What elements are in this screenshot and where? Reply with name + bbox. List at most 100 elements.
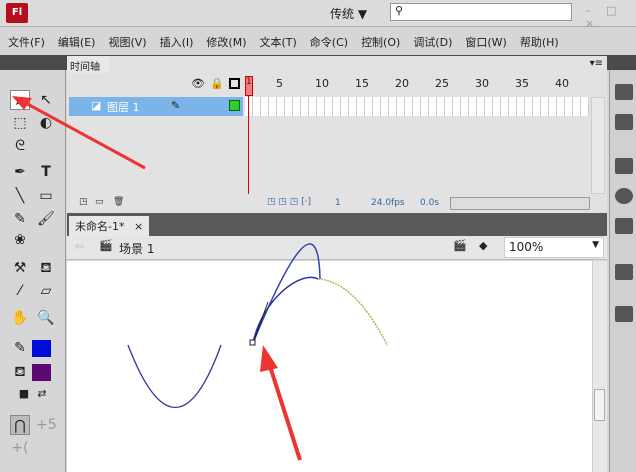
layer-color-icon[interactable] [229,100,240,111]
rectangle-tool-icon[interactable]: ▭ [36,186,56,206]
free-transform-tool-icon[interactable]: ⬚ [10,113,30,133]
frame-number: 35 [515,77,529,90]
close-icon[interactable]: × [134,220,143,233]
menu-control[interactable]: 控制(O) [361,34,400,50]
snap-magnet-icon[interactable]: ⋂ [10,415,30,435]
document-tab[interactable]: 未命名-1* × [69,216,150,236]
eraser-tool-icon[interactable]: ▱ [36,281,56,301]
brush-tool-icon[interactable]: 🖌 [36,209,56,229]
panel-menu-icon[interactable]: ▾≡ [590,58,603,69]
subselection-tool-icon[interactable]: ↖ [36,90,56,110]
eye-icon[interactable]: 👁 [191,77,205,90]
document-tab-label: 未命名-1* [75,220,125,233]
layer-icon: ◪ [91,99,102,112]
selection-tool-icon[interactable]: ➤ [10,90,30,110]
frame-number: 10 [315,77,329,90]
lasso-tool-icon[interactable]: ᘓ [10,136,30,156]
back-arrow-icon[interactable]: ⇦ [75,240,84,253]
components-icon[interactable] [615,306,633,322]
3d-rotation-tool-icon[interactable]: ◐ [36,113,56,133]
library-icon[interactable] [615,264,633,280]
frame-number: 25 [435,77,449,90]
outline-icon[interactable] [229,78,240,89]
menu-text[interactable]: 文本(T) [259,34,296,50]
frame-number: 15 [355,77,369,90]
color-palette-icon[interactable] [615,84,633,100]
smooth-icon[interactable]: +5 [36,415,57,435]
stroke-color-icon: ✎ [14,340,26,356]
swatches-icon[interactable] [615,114,633,130]
edit-scene-icon[interactable]: 🎬 [453,239,467,252]
menu-help[interactable]: 帮助(H) [520,34,559,50]
frame-number: 20 [395,77,409,90]
timeline-panel: 时间轴 ▾≡ 👁 🔒 5 10 15 20 25 30 35 40 1 ◪ 图层… [67,56,607,213]
pen-tool-icon[interactable]: ✒ [10,162,30,182]
workspace-switcher[interactable]: 传统 ▼ [330,5,367,22]
pencil-icon: ✎ [171,99,181,112]
layer-name[interactable]: 图层 1 [107,99,140,115]
zoom-value: 100% [509,240,544,254]
frame-number: 30 [475,77,489,90]
line-tool-icon[interactable]: ╲ [10,186,30,206]
chevron-down-icon: ▼ [592,240,599,250]
menu-file[interactable]: 文件(F) [8,34,45,50]
frame-grid[interactable] [245,97,589,116]
timeline-footer: ◳ ▭ 🗑 ◳ ◳ ◳ [·] 1 24.0fps 0.0s [67,194,607,213]
scene-label[interactable]: 场景 1 [119,240,154,257]
edit-bar: ⇦ 🎬 场景 1 🎬 ◆ 100% ▼ [67,236,607,260]
playhead-line [248,96,249,194]
fill-color-swatch[interactable] [32,364,51,381]
eyedropper-tool-icon[interactable]: ⁄ [10,281,30,301]
menu-bar: 文件(F) 编辑(E) 视图(V) 插入(I) 修改(M) 文本(T) 命令(C… [0,28,636,55]
timeline-hscrollbar[interactable] [450,197,590,210]
zoom-select[interactable]: 100% ▼ [504,237,604,258]
timeline-vscrollbar[interactable] [591,97,605,194]
elapsed-time[interactable]: 0.0s [420,198,439,208]
frame-number: 5 [276,77,283,90]
align-icon[interactable] [615,158,633,174]
onion-skin-icons[interactable]: ◳ ◳ ◳ [·] [267,197,311,207]
edit-symbol-icon[interactable]: ◆ [479,239,487,252]
new-layer-icon[interactable]: ◳ [79,197,88,207]
bone-tool-icon[interactable]: ⚒ [10,258,30,278]
menu-debug[interactable]: 调试(D) [413,34,452,50]
search-icon: ⚲ [395,4,404,17]
title-bar: Fl 传统 ▼ ⚲ – □ × [0,0,636,30]
scene-icon: 🎬 [99,239,113,252]
zoom-tool-icon[interactable]: 🔍 [36,308,56,328]
fps[interactable]: 24.0fps [371,198,405,208]
stroke-color-swatch[interactable] [32,340,51,357]
hand-tool-icon[interactable]: ✋ [10,308,30,328]
lock-icon[interactable]: 🔒 [210,77,224,90]
transform-icon[interactable] [615,218,633,234]
menu-modify[interactable]: 修改(M) [206,34,246,50]
tools-panel: ➤ ↖ ⬚ ◐ ᘓ ✒ T ╲ ▭ ✎ 🖌 ❀ ⚒ ⛾ ⁄ ▱ ✋ 🔍 ✎ ⛾ … [0,70,66,472]
flash-logo: Fl [6,3,28,23]
playhead[interactable]: 1 [245,76,253,96]
search-input[interactable]: ⚲ [390,3,572,21]
stage[interactable] [67,261,592,472]
swap-colors-icon[interactable]: ⇄ [32,384,52,404]
stage-vscrollbar[interactable] [592,261,607,472]
layer-row[interactable]: ◪ 图层 1 ✎ [69,97,243,116]
info-icon[interactable] [615,188,633,204]
scroll-thumb[interactable] [594,389,605,421]
straighten-icon[interactable]: +( [10,438,30,458]
pencil-tool-icon[interactable]: ✎ [10,209,30,229]
document-tabbar: 未命名-1* × [67,213,607,236]
new-folder-icon[interactable]: ▭ [95,197,104,207]
window-controls[interactable]: – □ × [585,4,636,30]
menu-commands[interactable]: 命令(C) [310,34,348,50]
default-colors-icon[interactable]: ■ [14,384,34,404]
text-tool-icon[interactable]: T [36,162,56,182]
menu-edit[interactable]: 编辑(E) [58,34,96,50]
timeline-tab[interactable]: 时间轴 [67,56,109,73]
paint-bucket-tool-icon[interactable]: ⛾ [36,258,56,278]
deco-tool-icon[interactable]: ❀ [10,230,30,250]
menu-window[interactable]: 窗口(W) [465,34,506,50]
menu-insert[interactable]: 插入(I) [160,34,194,50]
menu-view[interactable]: 视图(V) [108,34,146,50]
delete-icon[interactable]: 🗑 [113,197,124,207]
current-frame[interactable]: 1 [335,198,341,208]
frame-number: 40 [555,77,569,90]
